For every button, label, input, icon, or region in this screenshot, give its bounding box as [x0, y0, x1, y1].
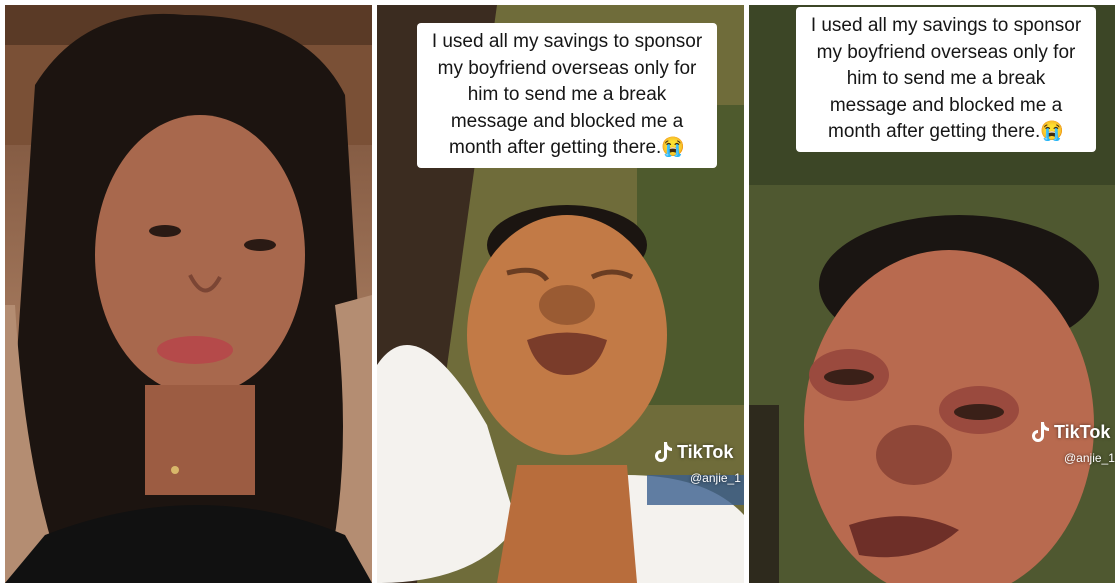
username-handle: @anjie_1	[690, 471, 741, 485]
caption-box: I used all my savings to sponsor my boyf…	[796, 7, 1096, 152]
tiktok-watermark: TikTok	[653, 441, 733, 463]
tiktok-logo-icon	[655, 442, 672, 462]
username-handle: @anjie_1	[1064, 451, 1115, 465]
tiktok-logo-icon	[1032, 422, 1049, 442]
caption-box: I used all my savings to sponsor my boyf…	[417, 23, 717, 168]
tiktok-watermark: TikTok	[1030, 421, 1110, 443]
woman-portrait-image	[5, 5, 372, 583]
photo-panel-right: I used all my savings to sponsor my boyf…	[749, 5, 1115, 583]
tiktok-watermark-label: TikTok	[1054, 421, 1111, 442]
photo-panel-left	[5, 5, 372, 583]
tiktok-watermark-label: TikTok	[677, 441, 734, 462]
photo-panel-middle: I used all my savings to sponsor my boyf…	[377, 5, 744, 583]
